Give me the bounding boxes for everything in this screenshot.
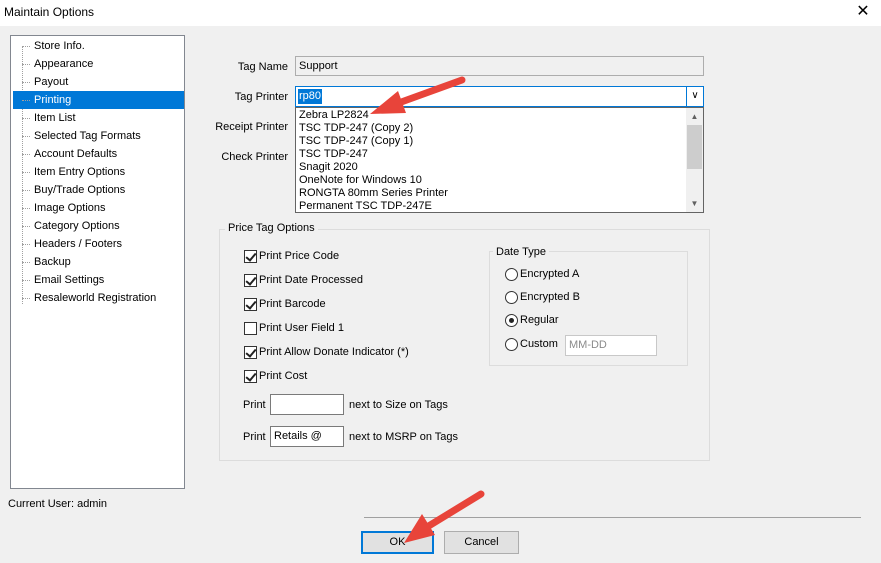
checkbox-icon [244, 273, 257, 287]
custom-radio[interactable]: Custom [505, 337, 558, 353]
tree-item-printing[interactable]: Printing [13, 91, 184, 109]
checkbox-icon [244, 345, 257, 359]
printer-option[interactable]: Permanent TSC TDP-247E [299, 200, 432, 213]
radio-icon [505, 267, 518, 281]
print-size-suffix: next to Size on Tags [349, 399, 448, 411]
tree-item-item-entry-options[interactable]: Item Entry Options [13, 163, 184, 181]
tree-item-headers-footers[interactable]: Headers / Footers [13, 235, 184, 253]
print-size-prefix: Print [243, 399, 266, 411]
tree-item-image-options[interactable]: Image Options [13, 199, 184, 217]
tree-item-store-info[interactable]: Store Info. [13, 37, 184, 55]
tree-item-category-options[interactable]: Category Options [13, 217, 184, 235]
radio-icon [505, 313, 518, 327]
title-bar: Maintain Options ✕ [0, 0, 881, 26]
options-tree[interactable]: Store Info. Appearance Payout Printing I… [10, 35, 185, 489]
dropdown-scrollbar[interactable]: ▲ ▼ [686, 108, 703, 212]
close-icon[interactable]: ✕ [845, 0, 881, 26]
tree-item-appearance[interactable]: Appearance [13, 55, 184, 73]
check-printer-label: Check Printer [221, 151, 288, 163]
printer-option[interactable]: TSC TDP-247 (Copy 1) [299, 135, 413, 148]
tag-name-field: Support [295, 56, 704, 76]
printer-option[interactable]: Zebra LP2824 [299, 109, 369, 122]
printer-dropdown-list[interactable]: Zebra LP2824 TSC TDP-247 (Copy 2) TSC TD… [295, 107, 704, 213]
print-price-code-checkbox[interactable]: Print Price Code [244, 249, 339, 265]
tag-printer-select[interactable]: rp80 ∨ [295, 86, 704, 107]
printer-option[interactable]: TSC TDP-247 [299, 148, 368, 161]
scroll-thumb[interactable] [687, 125, 702, 169]
tree-item-email-settings[interactable]: Email Settings [13, 271, 184, 289]
price-tag-options-title: Price Tag Options [225, 222, 318, 234]
tag-name-label: Tag Name [237, 61, 288, 73]
tree-item-payout[interactable]: Payout [13, 73, 184, 91]
current-user-label: Current User: admin [8, 498, 108, 510]
scroll-down-icon[interactable]: ▼ [686, 195, 703, 212]
print-msrp-field[interactable]: Retails @ [270, 426, 344, 447]
ok-button[interactable]: OK [361, 531, 434, 554]
print-allow-donate-checkbox[interactable]: Print Allow Donate Indicator (*) [244, 345, 409, 361]
tree-item-account-defaults[interactable]: Account Defaults [13, 145, 184, 163]
print-size-field[interactable] [270, 394, 344, 415]
regular-radio[interactable]: Regular [505, 313, 559, 329]
printer-option[interactable]: RONGTA 80mm Series Printer [299, 187, 448, 200]
receipt-printer-label: Receipt Printer [215, 121, 288, 133]
checkbox-icon [244, 321, 257, 335]
encrypted-b-radio[interactable]: Encrypted B [505, 290, 580, 306]
encrypted-a-radio[interactable]: Encrypted A [505, 267, 579, 283]
print-date-processed-checkbox[interactable]: Print Date Processed [244, 273, 363, 289]
footer-separator [364, 517, 861, 518]
window-title: Maintain Options [4, 5, 95, 19]
chevron-down-icon[interactable]: ∨ [686, 87, 703, 106]
tag-printer-value: rp80 [298, 89, 323, 104]
print-msrp-prefix: Print [243, 431, 266, 443]
scroll-up-icon[interactable]: ▲ [686, 108, 703, 125]
date-type-title: Date Type [493, 246, 549, 258]
custom-date-format-field[interactable]: MM-DD [565, 335, 657, 356]
print-barcode-checkbox[interactable]: Print Barcode [244, 297, 326, 313]
tree-item-resaleworld-registration[interactable]: Resaleworld Registration [13, 289, 184, 307]
tree-item-buy-trade-options[interactable]: Buy/Trade Options [13, 181, 184, 199]
printer-option[interactable]: Snagit 2020 [299, 161, 358, 174]
radio-icon [505, 290, 518, 304]
tree-item-item-list[interactable]: Item List [13, 109, 184, 127]
print-msrp-suffix: next to MSRP on Tags [349, 431, 459, 443]
checkbox-icon [244, 297, 257, 311]
checkbox-icon [244, 369, 257, 383]
print-user-field-1-checkbox[interactable]: Print User Field 1 [244, 321, 344, 337]
printer-option[interactable]: TSC TDP-247 (Copy 2) [299, 122, 413, 135]
radio-icon [505, 337, 518, 351]
cancel-button[interactable]: Cancel [444, 531, 519, 554]
checkbox-icon [244, 249, 257, 263]
print-cost-checkbox[interactable]: Print Cost [244, 369, 307, 385]
tag-printer-label: Tag Printer [234, 91, 288, 103]
printer-option[interactable]: OneNote for Windows 10 [299, 174, 422, 187]
tree-item-selected-tag-formats[interactable]: Selected Tag Formats [13, 127, 184, 145]
tree-item-backup[interactable]: Backup [13, 253, 184, 271]
